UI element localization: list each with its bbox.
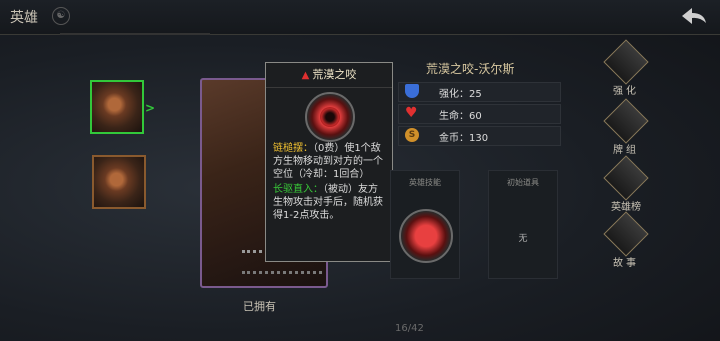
skill-tooltip: ▲ 荒漠之咬 链槌摆：（0费）使1个敌方生物移动到对方的一个空位（冷却：1回合） … — [265, 62, 393, 262]
hero-portrait — [94, 157, 144, 207]
top-bar: 英雄 ☯ — [0, 0, 720, 35]
top-divider — [60, 33, 210, 35]
menu-story[interactable]: 故事 — [603, 211, 649, 269]
deck-icon — [603, 98, 649, 144]
starting-item-value: 无 — [518, 234, 528, 244]
skill-1: 链槌摆：（0费）使1个敌方生物移动到对方的一个空位（冷却：1回合） — [273, 142, 387, 181]
stat-gold: S 金币：130 — [398, 126, 561, 146]
tooltip-body: 链槌摆：（0费）使1个敌方生物移动到对方的一个空位（冷却：1回合） 长驱直入：（… — [273, 142, 387, 224]
potion-icon: ▲ — [301, 70, 310, 81]
tooltip-title: 荒漠之咬 — [312, 68, 357, 81]
skill-1-name: 链槌摆： — [273, 143, 313, 154]
stat-value: 130 — [469, 133, 489, 144]
hero-portrait — [92, 82, 142, 132]
stat-health: ♥ 生命：60 — [398, 104, 561, 124]
skill-2: 长驱直入：（被动）友方生物攻击对手后，随机获得1-2点攻击。 — [273, 183, 387, 222]
story-icon — [603, 211, 649, 257]
enhance-icon — [603, 39, 649, 85]
stat-label: 生命： — [439, 111, 469, 122]
heart-icon: ♥ — [405, 105, 418, 121]
page-counter: 16/42 — [395, 323, 424, 334]
selection-arrow-icon: > — [145, 101, 156, 115]
menu-enhance[interactable]: 强化 — [603, 39, 649, 97]
stat-value: 25 — [469, 89, 482, 100]
owned-label: 已拥有 — [243, 300, 276, 313]
skill-2-name: 长驱直入： — [273, 184, 323, 195]
hero-slot[interactable] — [92, 155, 146, 209]
ranking-icon — [603, 155, 649, 201]
back-arrow-icon[interactable] — [680, 5, 708, 27]
hero-mode-icon: ☯ — [52, 7, 70, 25]
hero-name: 荒漠之咬-沃尔斯 — [426, 62, 515, 76]
menu-deck[interactable]: 牌组 — [603, 98, 649, 156]
tooltip-header: ▲ 荒漠之咬 — [266, 63, 392, 88]
stat-enhance: 强化：25 — [398, 82, 561, 102]
starting-item-panel: 初始道具 无 — [488, 170, 558, 279]
hero-skill-title: 英雄技能 — [409, 178, 441, 187]
hero-skill-icon[interactable] — [399, 209, 453, 263]
stat-value: 60 — [469, 111, 482, 122]
starting-item-title: 初始道具 — [507, 178, 539, 187]
stat-label: 金币： — [439, 133, 469, 144]
menu-ranking[interactable]: 英雄榜 — [603, 155, 649, 213]
hero-skill-panel: 英雄技能 — [390, 170, 460, 279]
stat-label: 强化： — [439, 89, 469, 100]
hero-slot-selected[interactable] — [90, 80, 144, 134]
shield-icon — [405, 84, 419, 98]
coin-icon: S — [405, 128, 419, 142]
skill-emblem-icon — [305, 92, 355, 142]
page-title: 英雄 — [10, 10, 38, 26]
